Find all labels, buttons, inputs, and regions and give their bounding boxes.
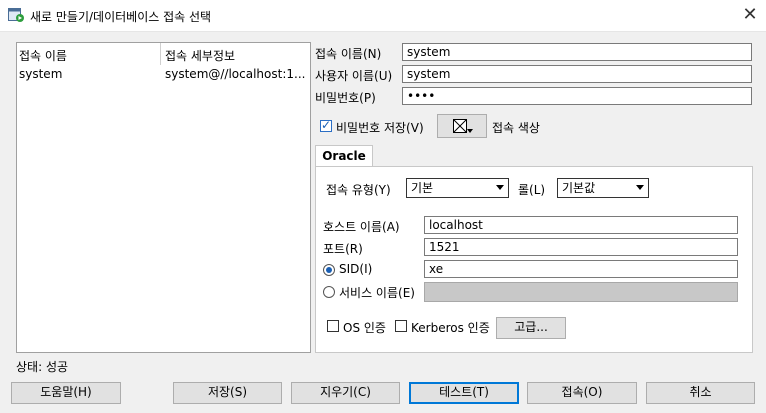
port-label: 포트(R) bbox=[323, 242, 363, 256]
username-label: 사용자 이름(U) bbox=[315, 69, 393, 83]
status-text: 상태: 성공 bbox=[16, 360, 69, 374]
column-header-details[interactable]: 접속 세부정보 bbox=[165, 47, 235, 64]
column-divider[interactable] bbox=[160, 43, 161, 65]
sid-radio[interactable] bbox=[323, 264, 335, 276]
password-label: 비밀번호(P) bbox=[315, 91, 376, 105]
chevron-down-icon bbox=[496, 185, 504, 190]
role-select[interactable]: 기본값 bbox=[557, 178, 649, 198]
conn-name-input[interactable]: system bbox=[402, 43, 752, 61]
advanced-button[interactable]: 고급... bbox=[496, 317, 566, 339]
service-name-label: 서비스 이름(E) bbox=[339, 286, 415, 300]
conn-color-button[interactable] bbox=[437, 114, 487, 138]
clear-button[interactable]: 지우기(C) bbox=[291, 382, 400, 404]
cancel-button[interactable]: 취소 bbox=[646, 382, 755, 404]
list-header: 접속 이름 접속 세부정보 bbox=[17, 43, 310, 66]
conn-color-label: 접속 색상 bbox=[492, 121, 540, 135]
host-input[interactable]: localhost bbox=[424, 216, 738, 234]
save-password-checkbox[interactable] bbox=[320, 118, 332, 132]
kerberos-label: Kerberos 인증 bbox=[411, 321, 490, 335]
color-picker-icon bbox=[453, 119, 473, 141]
conn-name-label: 접속 이름(N) bbox=[315, 47, 382, 61]
help-button[interactable]: 도움말(H) bbox=[11, 382, 121, 404]
role-label: 롤(L) bbox=[518, 183, 546, 197]
test-button[interactable]: 테스트(T) bbox=[409, 382, 519, 404]
sid-input[interactable]: xe bbox=[424, 260, 738, 278]
os-auth-checkbox[interactable] bbox=[327, 320, 339, 332]
connection-list[interactable]: 접속 이름 접속 세부정보 system system@//localhost:… bbox=[16, 42, 311, 353]
chevron-down-icon bbox=[636, 185, 644, 190]
save-button[interactable]: 저장(S) bbox=[173, 382, 282, 404]
list-item-name: system bbox=[19, 67, 63, 81]
list-item-details: system@//localhost:1... bbox=[165, 67, 306, 81]
tab-oracle[interactable]: Oracle bbox=[315, 145, 373, 167]
window-title: 새로 만들기/데이터베이스 접속 선택 bbox=[30, 10, 212, 24]
title-bar: 새로 만들기/데이터베이스 접속 선택 ✕ bbox=[0, 0, 766, 32]
port-input[interactable]: 1521 bbox=[424, 238, 738, 256]
role-value: 기본값 bbox=[562, 181, 596, 195]
password-input[interactable]: •••• bbox=[402, 87, 752, 105]
host-label: 호스트 이름(A) bbox=[323, 220, 400, 234]
os-auth-label: OS 인증 bbox=[343, 321, 386, 335]
conn-type-value: 기본 bbox=[411, 181, 434, 195]
close-icon[interactable]: ✕ bbox=[736, 3, 764, 27]
connect-button[interactable]: 접속(O) bbox=[527, 382, 637, 404]
column-header-name[interactable]: 접속 이름 bbox=[19, 47, 67, 64]
username-input[interactable]: system bbox=[402, 65, 752, 83]
save-password-label: 비밀번호 저장(V) bbox=[336, 121, 424, 135]
list-item[interactable]: system system@//localhost:1... bbox=[17, 65, 310, 83]
sid-label: SID(I) bbox=[339, 262, 373, 276]
conn-type-select[interactable]: 기본 bbox=[406, 178, 509, 198]
app-icon bbox=[8, 8, 24, 22]
service-name-input[interactable] bbox=[424, 282, 738, 302]
conn-type-label: 접속 유형(Y) bbox=[326, 183, 391, 197]
service-name-radio[interactable] bbox=[323, 286, 335, 298]
kerberos-checkbox[interactable] bbox=[395, 320, 407, 332]
